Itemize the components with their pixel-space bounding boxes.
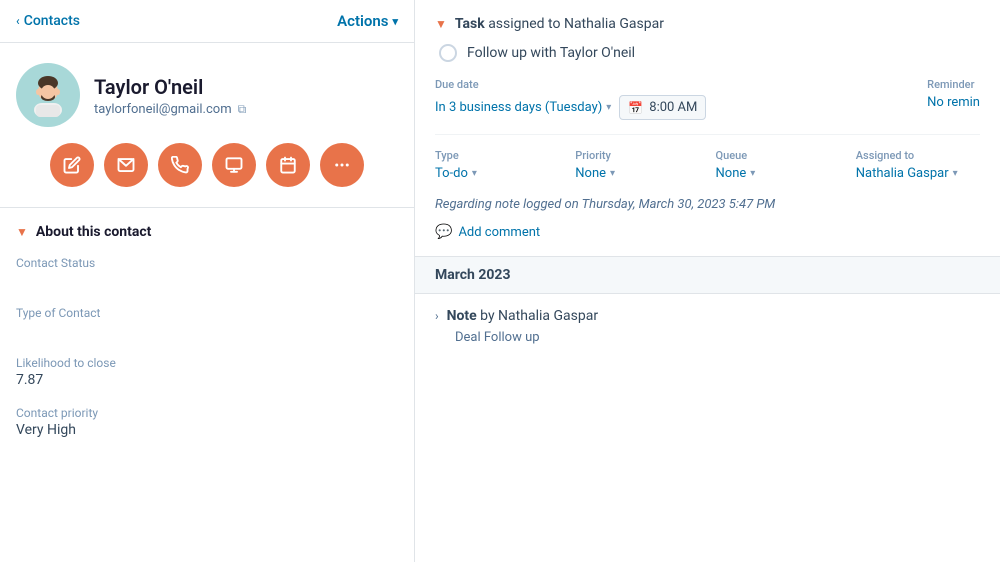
add-comment-label: Add comment bbox=[458, 225, 540, 240]
task-section: ▼ Task assigned to Nathalia Gaspar Follo… bbox=[415, 0, 1000, 257]
priority-value[interactable]: None ▾ bbox=[575, 166, 699, 181]
task-section-header: ▼ Task assigned to Nathalia Gaspar bbox=[435, 16, 980, 32]
contact-email-row: taylorfoneil@gmail.com ⧉ bbox=[94, 102, 246, 117]
type-of-contact-label: Type of Contact bbox=[16, 306, 398, 320]
priority-field: Priority None ▾ bbox=[575, 149, 699, 181]
task-checkbox[interactable] bbox=[439, 44, 457, 62]
type-of-contact-value bbox=[16, 322, 398, 338]
contact-priority-label: Contact priority bbox=[16, 406, 398, 420]
likelihood-value: 7.87 bbox=[16, 372, 398, 388]
likelihood-label: Likelihood to close bbox=[16, 356, 398, 370]
about-header[interactable]: ▼ About this contact bbox=[16, 224, 398, 240]
note-chevron-icon: › bbox=[435, 309, 439, 323]
add-comment-button[interactable]: 💬 Add comment bbox=[435, 224, 980, 240]
assigned-to-value[interactable]: Nathalia Gaspar ▾ bbox=[856, 166, 980, 181]
due-date-label: Due date bbox=[435, 78, 919, 91]
priority-label: Priority bbox=[575, 149, 699, 162]
task-assigned-name: Nathalia Gaspar bbox=[564, 16, 664, 32]
note-section: › Note by Nathalia Gaspar Deal Follow up bbox=[415, 294, 1000, 359]
action-buttons-row bbox=[0, 143, 414, 207]
time-input[interactable]: 📅 8:00 AM bbox=[619, 95, 706, 120]
type-field: Type To-do ▾ bbox=[435, 149, 559, 181]
about-section: ▼ About this contact Contact Status Type… bbox=[0, 208, 414, 472]
avatar bbox=[16, 63, 80, 127]
note-header: › Note by Nathalia Gaspar bbox=[435, 308, 980, 324]
comment-icon: 💬 bbox=[435, 224, 452, 240]
left-panel: ‹ Contacts Actions ▾ bbox=[0, 0, 415, 562]
assigned-to-field: Assigned to Nathalia Gaspar ▾ bbox=[856, 149, 980, 181]
contact-info: Taylor O'neil taylorfoneil@gmail.com ⧉ bbox=[94, 74, 246, 117]
actions-label: Actions bbox=[337, 12, 388, 30]
top-nav: ‹ Contacts Actions ▾ bbox=[0, 0, 414, 43]
note-subtitle: Deal Follow up bbox=[435, 330, 980, 345]
reminder-group: Reminder No remin bbox=[927, 78, 980, 120]
actions-button[interactable]: Actions ▾ bbox=[337, 12, 398, 30]
back-chevron-icon: ‹ bbox=[16, 14, 20, 28]
type-dropdown-icon: ▾ bbox=[472, 168, 477, 179]
task-chevron-icon: ▼ bbox=[435, 17, 447, 31]
contact-priority-value: Very High bbox=[16, 422, 398, 438]
right-panel: ▼ Task assigned to Nathalia Gaspar Follo… bbox=[415, 0, 1000, 562]
calendar-small-icon: 📅 bbox=[628, 101, 643, 115]
queue-label: Queue bbox=[716, 149, 840, 162]
due-date-dropdown-icon: ▾ bbox=[606, 102, 611, 113]
reminder-value[interactable]: No remin bbox=[927, 95, 980, 110]
more-button[interactable] bbox=[320, 143, 364, 187]
contact-header: Taylor O'neil taylorfoneil@gmail.com ⧉ bbox=[0, 43, 414, 143]
queue-dropdown-icon: ▾ bbox=[750, 168, 755, 179]
queue-value[interactable]: None ▾ bbox=[716, 166, 840, 181]
back-to-contacts[interactable]: ‹ Contacts bbox=[16, 13, 80, 29]
priority-dropdown-icon: ▾ bbox=[610, 168, 615, 179]
queue-field: Queue None ▾ bbox=[716, 149, 840, 181]
edit-button[interactable] bbox=[50, 143, 94, 187]
screen-button[interactable] bbox=[212, 143, 256, 187]
assigned-dropdown-icon: ▾ bbox=[953, 168, 958, 179]
back-label: Contacts bbox=[24, 13, 80, 29]
email-button[interactable] bbox=[104, 143, 148, 187]
contact-email-text: taylorfoneil@gmail.com bbox=[94, 102, 232, 117]
type-label: Type bbox=[435, 149, 559, 162]
due-date-row: Due date In 3 business days (Tuesday) ▾ … bbox=[435, 78, 980, 120]
likelihood-field: Likelihood to close 7.87 bbox=[16, 356, 398, 388]
contact-status-field: Contact Status bbox=[16, 256, 398, 288]
note-title: Note by Nathalia Gaspar bbox=[447, 308, 598, 324]
type-value[interactable]: To-do ▾ bbox=[435, 166, 559, 181]
contact-name: Taylor O'neil bbox=[94, 74, 246, 100]
reminder-label: Reminder bbox=[927, 78, 980, 91]
contact-status-value bbox=[16, 272, 398, 288]
contact-status-label: Contact Status bbox=[16, 256, 398, 270]
task-text: Follow up with Taylor O'neil bbox=[467, 45, 635, 61]
note-by-label: by Nathalia Gaspar bbox=[480, 308, 598, 324]
calendar-button[interactable] bbox=[266, 143, 310, 187]
copy-email-icon[interactable]: ⧉ bbox=[238, 102, 247, 117]
task-assigned-prefix: assigned to bbox=[488, 16, 564, 32]
actions-dropdown-icon: ▾ bbox=[392, 15, 398, 28]
regarding-text: Regarding note logged on Thursday, March… bbox=[435, 197, 980, 212]
task-item: Follow up with Taylor O'neil bbox=[435, 44, 980, 62]
month-header: March 2023 bbox=[415, 257, 1000, 294]
contact-priority-field: Contact priority Very High bbox=[16, 406, 398, 438]
note-type-label: Note bbox=[447, 308, 477, 324]
due-date-group: Due date In 3 business days (Tuesday) ▾ … bbox=[435, 78, 919, 120]
about-chevron-icon: ▼ bbox=[16, 225, 28, 239]
call-button[interactable] bbox=[158, 143, 202, 187]
task-label: Task bbox=[455, 16, 485, 32]
assigned-to-label: Assigned to bbox=[856, 149, 980, 162]
type-of-contact-field: Type of Contact bbox=[16, 306, 398, 338]
about-title: About this contact bbox=[36, 224, 152, 240]
task-type-row: Type To-do ▾ Priority None ▾ Queue None … bbox=[435, 134, 980, 181]
task-title: Task assigned to Nathalia Gaspar bbox=[455, 16, 664, 32]
due-date-value[interactable]: In 3 business days (Tuesday) ▾ bbox=[435, 100, 611, 115]
